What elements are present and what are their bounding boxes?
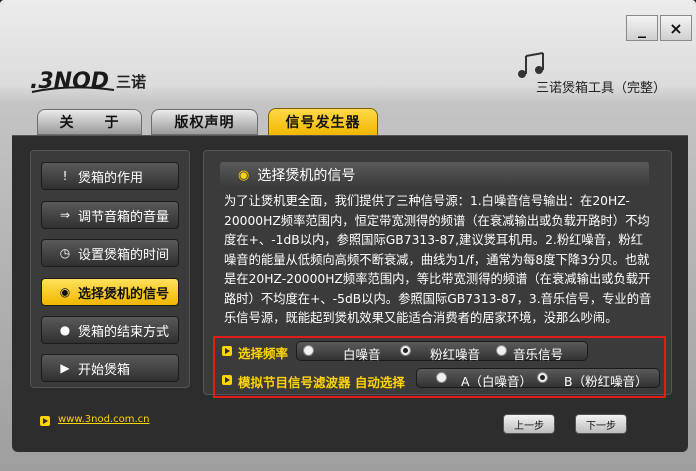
arrow-bullet-icon [222, 346, 232, 356]
close-button[interactable]: × [660, 15, 692, 41]
radio-music-signal[interactable] [496, 345, 507, 356]
radio-white-noise[interactable] [303, 345, 314, 356]
sidebar-item-start[interactable]: ▶ 开始煲箱 [41, 354, 179, 382]
tab-copyright[interactable]: 版权声明 [151, 109, 258, 135]
arrow-bullet-icon [222, 375, 232, 385]
brand-logo: .3NOD [30, 69, 115, 94]
radio-label: 粉红噪音 [430, 347, 481, 362]
brand-name-cn: 三诺 [116, 73, 147, 91]
radio-pink-noise[interactable] [400, 345, 411, 356]
sidebar-item-volume[interactable]: ⇒ 调节音箱的音量 [41, 201, 179, 229]
tab-signal-generator[interactable]: 信号发生器 [268, 108, 378, 136]
clock-icon: ◷ [59, 246, 71, 260]
next-button[interactable]: 下一步 [575, 414, 627, 434]
sidebar-item-label: 选择煲机的信号 [78, 286, 170, 302]
radio-filter-b[interactable] [537, 372, 548, 383]
section-title: 选择煲机的信号 [257, 168, 356, 184]
website-link[interactable]: www.3nod.com.cn [58, 414, 150, 425]
signal-icon: ◉ [238, 167, 250, 183]
radio-label: B（粉红噪音） [564, 374, 648, 389]
sidebar-item-end-mode[interactable]: ● 煲箱的结束方式 [41, 316, 179, 344]
app-window: _ × .3NOD 三诺 三诺煲箱工具（完整） 关 于 版权声明 信号发生器 !… [0, 0, 696, 471]
radio-label: 白噪音 [343, 347, 381, 362]
frequency-label: 选择频率 [238, 346, 289, 361]
arrow-bullet-icon [40, 416, 50, 426]
sidebar-item-signal[interactable]: ◉ 选择煲机的信号 [41, 278, 179, 306]
tool-title: 三诺煲箱工具（完整） [536, 81, 667, 96]
sidebar-item-time[interactable]: ◷ 设置煲箱的时间 [41, 239, 179, 267]
play-icon: ▶ [60, 361, 70, 375]
signal-icon: ◉ [59, 285, 71, 299]
volume-arrow-icon: ⇒ [59, 208, 71, 222]
sidebar-item-label: 煲箱的结束方式 [78, 324, 170, 340]
section-header: ◉ 选择煲机的信号 [220, 162, 649, 188]
prev-button[interactable]: 上一步 [503, 414, 555, 434]
sidebar-item-label: 开始煲箱 [78, 362, 131, 378]
sidebar-item-label: 调节音箱的音量 [78, 209, 170, 225]
sidebar-item-label: 煲箱的作用 [78, 170, 144, 186]
sidebar-item-label: 设置煲箱的时间 [78, 247, 170, 263]
frequency-radio-group: 白噪音 粉红噪音 音乐信号 [296, 341, 588, 362]
exclamation-icon: ! [62, 169, 68, 183]
description-text: 为了让煲机更全面，我们提供了三种信号源：1.白噪音信号输出：在20HZ-2000… [224, 194, 652, 325]
radio-label: A（白噪音） [461, 374, 533, 389]
filter-label: 模拟节目信号滤波器 自动选择 [238, 375, 405, 390]
stop-icon: ● [59, 323, 71, 337]
radio-label: 音乐信号 [513, 347, 564, 362]
filter-radio-group: A（白噪音） B（粉红噪音） [416, 368, 660, 389]
radio-filter-a[interactable] [436, 372, 447, 383]
tab-about[interactable]: 关 于 [37, 109, 142, 135]
sidebar-item-purpose[interactable]: ! 煲箱的作用 [41, 162, 179, 190]
minimize-button[interactable]: _ [626, 15, 658, 41]
